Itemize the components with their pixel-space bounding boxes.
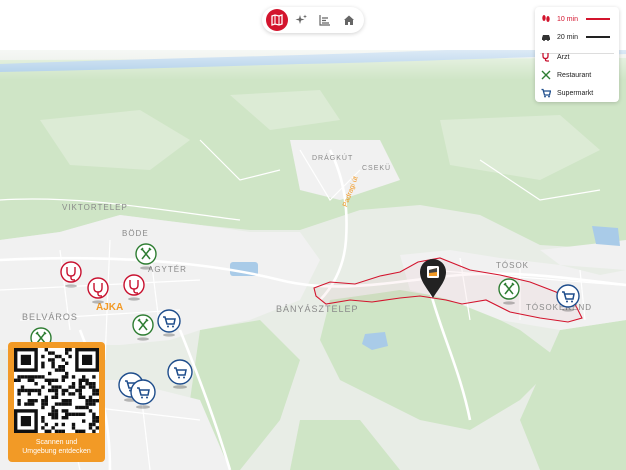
list-icon [319, 15, 330, 26]
legend-walk-label: 10 min [557, 15, 579, 23]
legend-doctor-label: Arzt [557, 53, 570, 61]
label-dragkut: DRÁGKÚT [312, 153, 353, 162]
legend-supermarket-label: Supermarkt [557, 89, 594, 97]
view-mode-toolbar [262, 7, 364, 33]
legend-walk-line [586, 18, 610, 20]
legend-car-label: 20 min [557, 33, 579, 41]
label-bode: BÖDE [122, 229, 149, 238]
qr-caption-line1: Scannen und [35, 439, 78, 446]
walking-icon [541, 14, 551, 24]
car-icon [541, 32, 551, 42]
map-icon [271, 14, 283, 26]
statistics-button[interactable] [314, 9, 336, 31]
label-viktortelep: VIKTORTELEP [62, 203, 128, 212]
restaurant-icon [541, 70, 551, 80]
legend-supermarket-row[interactable]: Supermarkt [541, 88, 593, 98]
label-banyaszteleр: BÁNYÁSZTELEP [276, 304, 359, 314]
stethoscope-icon [541, 52, 551, 62]
map-view-button[interactable] [266, 9, 288, 31]
legend-car-line [586, 36, 610, 38]
map-legend: 10 min 20 min Arzt Restaurant Supermarkt [535, 7, 619, 102]
label-agyter: AGYTÉR [148, 265, 187, 274]
label-cseku: CSEKÜ [362, 164, 391, 172]
legend-doctor-row[interactable]: Arzt [541, 52, 569, 62]
legend-walk-row[interactable]: 10 min [541, 14, 578, 24]
label-ajka: AJKA [96, 302, 123, 313]
qr-caption: Scannen und Umgebung entdecken [8, 438, 105, 456]
label-tosokerend: TÓSOKERÉND [526, 303, 592, 312]
qr-code-card[interactable]: Scannen und Umgebung entdecken [8, 342, 105, 462]
qr-caption-line2: Umgebung entdecken [22, 448, 91, 455]
shopping-cart-icon [541, 88, 551, 98]
legend-car-row[interactable]: 20 min [541, 32, 578, 42]
qr-code [14, 348, 99, 433]
home-button[interactable] [338, 9, 360, 31]
home-icon [344, 15, 354, 25]
sparkle-icon [295, 14, 307, 24]
legend-restaurant-row[interactable]: Restaurant [541, 70, 591, 80]
label-belvaros: BELVÁROS [22, 312, 78, 322]
legend-restaurant-label: Restaurant [557, 71, 592, 79]
highlights-button[interactable] [290, 9, 312, 31]
label-tosok: TÓSOK [496, 261, 529, 270]
